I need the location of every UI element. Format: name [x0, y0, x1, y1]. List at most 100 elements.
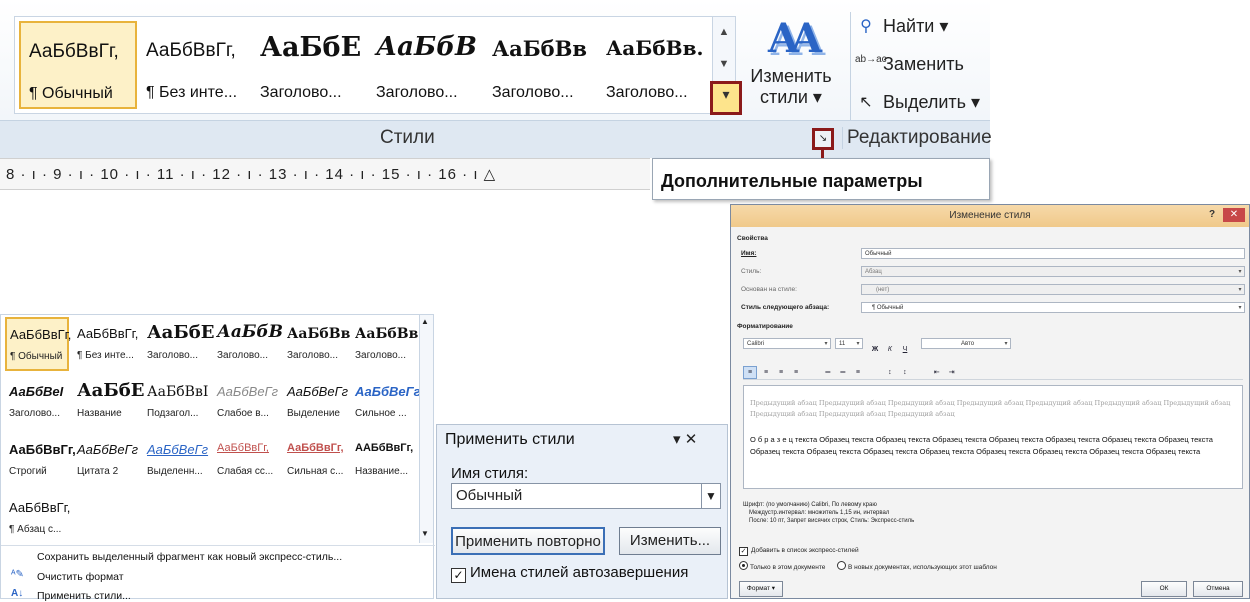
panel-style-list-paragraph[interactable]: АаБбВвГг, ¶ Абзац с...	[5, 491, 70, 545]
color-select[interactable]: Авто ▾	[921, 338, 1011, 349]
align-justify-icon[interactable]: ≡	[790, 367, 802, 378]
find-button[interactable]: ⚲ Найти ▾	[855, 16, 948, 38]
gallery-style-normal[interactable]: АаБбВвГг, ¶ Обычный	[19, 21, 137, 109]
bold-icon[interactable]: Ж	[869, 344, 881, 355]
panel-style-intense-reference[interactable]: АаБбВвГг, Сильная с...	[283, 433, 347, 487]
italic-icon[interactable]: К	[884, 344, 896, 355]
gallery-style-heading-2[interactable]: АаБбВ Заголово...	[367, 21, 483, 109]
panel-style-heading-3[interactable]: АаБбВв Заголово...	[283, 317, 350, 371]
line-spacing-single-icon[interactable]: ═	[822, 367, 834, 378]
size-select[interactable]: 11 ▾	[835, 338, 863, 349]
panel-style-title[interactable]: АаБбЕ Название	[73, 375, 144, 429]
line-spacing-double-icon[interactable]: ≡	[852, 367, 864, 378]
change-styles-button[interactable]: AA Изменить стили ▾	[746, 12, 836, 120]
chevron-down-icon[interactable]: ▼	[701, 484, 720, 508]
panel-style-intense-quote[interactable]: АаБбВеГг Выделенн...	[143, 433, 208, 487]
increase-indent-icon[interactable]: ⇥	[946, 367, 958, 378]
menu-apply-styles[interactable]: Применить стили...	[37, 590, 131, 602]
checkbox-checked-icon[interactable]: ✓	[451, 568, 466, 583]
panel-style-intense-emphasis[interactable]: АаБбВеГг Сильное ...	[351, 375, 421, 429]
type-value: Абзац	[865, 269, 882, 275]
add-to-gallery-row[interactable]: ✓ Добавить в список экспресс-стилей	[739, 547, 859, 556]
scroll-up-icon[interactable]: ▲	[713, 17, 735, 47]
scroll-down-icon[interactable]: ▼	[713, 49, 735, 79]
panel-scrollbar[interactable]: ▲ ▼	[419, 315, 433, 543]
gallery-style-heading-3[interactable]: АаБбВв Заголово...	[483, 21, 597, 109]
group-label-styles: Стили	[380, 127, 435, 148]
panel-style-heading-5[interactable]: АаБбВеІ Заголово...	[5, 375, 69, 429]
close-button[interactable]: ✕	[1223, 208, 1245, 222]
panel-style-subtle-emphasis[interactable]: АаБбВеГг Слабое в...	[213, 375, 278, 429]
panel-style-subtle-reference[interactable]: АаБбВвГг, Слабая сс...	[213, 433, 277, 487]
align-right-icon[interactable]: ≡	[775, 367, 787, 378]
space-before-icon[interactable]: ↕	[884, 367, 896, 378]
font-style-toolbar: ЖКЧ	[869, 338, 914, 356]
panel-style-quote-2[interactable]: АаБбВеГг Цитата 2	[73, 433, 138, 487]
style-name-combobox[interactable]: Обычный ▼	[451, 483, 721, 509]
ok-button[interactable]: ОК	[1141, 581, 1187, 597]
gallery-style-heading-1[interactable]: АаБбЕ Заголово...	[251, 21, 367, 109]
scroll-down-icon[interactable]: ▼	[421, 529, 429, 538]
help-button[interactable]: ?	[1209, 209, 1215, 220]
align-left-icon[interactable]: ≡	[743, 366, 757, 379]
panel-style-subtitle[interactable]: АаБбВвІ Подзагол...	[143, 375, 208, 429]
scroll-up-icon[interactable]: ▲	[421, 317, 429, 326]
style-sample: АаБбВвГг,	[287, 442, 344, 454]
select-button[interactable]: ↖ Выделить ▾	[855, 92, 980, 114]
more-styles-button[interactable]: ▾	[710, 81, 742, 115]
radio-empty-icon[interactable]	[837, 561, 846, 570]
style-name: ¶ Без инте...	[146, 84, 238, 101]
next-style-select[interactable]: ¶ Обычный ▾	[861, 302, 1245, 313]
space-after-icon[interactable]: ↕	[899, 367, 911, 378]
name-field[interactable]: Обычный	[861, 248, 1245, 259]
next-style-label: Стиль следующего абзаца:	[741, 304, 830, 311]
chevron-down-icon[interactable]: ▾	[854, 339, 862, 348]
style-sample: АаБбЕ	[147, 322, 215, 343]
align-center-icon[interactable]: ≡	[760, 367, 772, 378]
decrease-indent-icon[interactable]: ⇤	[931, 367, 943, 378]
panel-style-strong[interactable]: АаБбВвГг, Строгий	[5, 433, 76, 487]
panel-style-heading-4[interactable]: АаБбВв Заголово...	[351, 317, 418, 371]
autocomplete-checkbox-row[interactable]: ✓ Имена стилей автозавершения	[451, 564, 688, 583]
replace-button[interactable]: ab→acЗаменить	[855, 54, 964, 76]
styles-gallery: АаБбВвГг, ¶ Обычный АаБбВвГг, ¶ Без инте…	[14, 16, 714, 114]
panel-style-normal[interactable]: АаБбВвГг, ¶ Обычный	[5, 317, 71, 371]
style-name: Заголово...	[355, 350, 406, 361]
style-sample: АаБбВвГг,	[9, 442, 76, 457]
font-select[interactable]: Calibri ▾	[743, 338, 831, 349]
underline-icon[interactable]: Ч	[899, 344, 911, 355]
panel-style-no-spacing[interactable]: АаБбВвГг, ¶ Без инте...	[73, 317, 138, 371]
gallery-style-no-spacing[interactable]: АаБбВвГг, ¶ Без инте...	[137, 21, 251, 109]
style-name: ¶ Обычный	[10, 351, 63, 362]
binoculars-icon: ⚲	[860, 18, 872, 36]
panel-style-heading-2[interactable]: АаБбВ Заголово...	[213, 317, 283, 371]
chevron-down-icon[interactable]: ▾	[822, 339, 830, 348]
panel-style-emphasis[interactable]: АаБбВеГг Выделение	[283, 375, 348, 429]
style-sample: АаБбВвГг,	[29, 41, 119, 62]
line-spacing-medium-icon[interactable]: ═	[837, 367, 849, 378]
chevron-down-icon[interactable]: ▾	[1002, 339, 1010, 348]
chevron-down-icon[interactable]: ▾	[1236, 303, 1244, 312]
style-sample: АаБбВ	[376, 32, 477, 62]
new-docs-label[interactable]: В новых документах, использующих этот ша…	[848, 564, 997, 571]
pane-controls[interactable]: ▾ ✕	[673, 430, 697, 448]
type-label: Стиль:	[741, 268, 762, 275]
menu-clear-format[interactable]: Очистить формат	[37, 571, 124, 583]
radio-selected-icon[interactable]	[739, 561, 748, 570]
menu-save-as-quick-style[interactable]: Сохранить выделенный фрагмент как новый …	[37, 551, 342, 563]
checkbox-checked-icon[interactable]: ✓	[739, 547, 748, 556]
cancel-button[interactable]: Отмена	[1193, 581, 1243, 597]
reapply-button[interactable]: Применить повторно	[451, 527, 605, 555]
style-name: ¶ Обычный	[29, 85, 113, 102]
replace-icon: ab→ac	[855, 54, 887, 66]
chevron-down-icon: ▾	[1238, 269, 1242, 275]
modify-button[interactable]: Изменить...	[619, 527, 721, 555]
gallery-style-heading-4[interactable]: АаБбВв. Заголово...	[597, 21, 711, 109]
panel-style-book-title[interactable]: ААБбВвГг, Название...	[351, 433, 415, 487]
style-name: Название	[77, 408, 122, 419]
only-doc-label[interactable]: Только в этом документе	[750, 564, 825, 571]
format-button[interactable]: Формат ▾	[739, 581, 783, 597]
styles-dialog-launcher[interactable]: ↘	[812, 128, 834, 150]
panel-style-heading-1[interactable]: АаБбЕ Заголово...	[143, 317, 214, 371]
ruler: 8 · ı · 9 · ı · 10 · ı · 11 · ı · 12 · ı…	[0, 158, 650, 190]
